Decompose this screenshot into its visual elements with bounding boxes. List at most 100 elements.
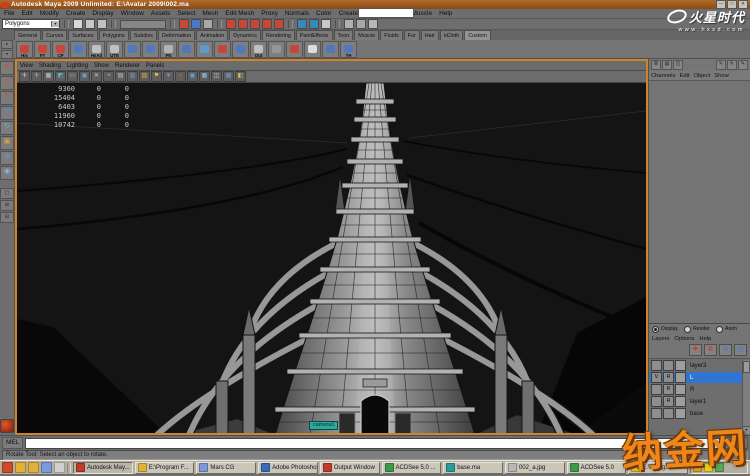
layer-color-swatch[interactable] [675, 360, 686, 371]
layer-display-type-box[interactable]: R [663, 384, 674, 395]
viewport-toolbar-icon[interactable]: ✛ [31, 71, 42, 82]
paint-select-tool[interactable]: ✎ [0, 91, 14, 105]
viewport-menu-item[interactable]: Panels [146, 63, 164, 69]
viewport-toolbar-icon[interactable]: ▩ [223, 71, 234, 82]
channel-box-menu-item[interactable]: Edit [680, 73, 690, 79]
shelf-tab[interactable]: PaintEffects [296, 30, 333, 40]
shelf-tab[interactable]: Rendering [262, 30, 295, 40]
tray-icon[interactable] [715, 463, 724, 472]
shelf-tab[interactable]: Animation [196, 30, 228, 40]
status-divider[interactable] [64, 20, 69, 28]
channel-box-content[interactable] [649, 81, 750, 323]
taskbar-task-button[interactable]: ACDSee 5.0 ... [382, 462, 442, 474]
selection-mode-icon[interactable] [191, 19, 201, 29]
render-icon[interactable] [344, 19, 354, 29]
selection-mask-icon[interactable] [262, 19, 272, 29]
viewport-toolbar-icon[interactable]: ▣ [79, 71, 90, 82]
viewport-toolbar-icon[interactable]: ◫ [211, 71, 222, 82]
taskbar-task-button[interactable]: Adobe Photoshop [258, 462, 318, 474]
viewport-toolbar-icon[interactable]: ▭ [67, 71, 78, 82]
viewport-menu-item[interactable]: Show [94, 63, 109, 69]
layer-color-swatch[interactable] [675, 384, 686, 395]
manip-medium-icon[interactable]: ✎ [727, 60, 737, 70]
menu-item[interactable]: Display [92, 10, 113, 17]
shelf-button[interactable] [178, 41, 195, 58]
layer-display-type-box[interactable]: R [663, 396, 674, 407]
taskbar-task-button[interactable]: Autodesk May... [73, 462, 133, 474]
shelf-tab[interactable]: Surfaces [68, 30, 97, 40]
taskbar-task-button[interactable]: E:\Program F... [135, 462, 195, 474]
layer-mode-radio[interactable]: Display [652, 326, 678, 333]
layer-scrollbar[interactable]: ▾ [742, 360, 750, 434]
viewport-toolbar-icon[interactable]: ◧ [235, 71, 246, 82]
shelf-button[interactable] [286, 41, 303, 58]
shelf-menu-icon[interactable]: ▸ [1, 40, 13, 49]
shelf-button[interactable] [214, 41, 231, 58]
viewport-toolbar-icon[interactable]: ✕ [91, 71, 102, 82]
menu-item[interactable]: Window [121, 10, 144, 17]
render-icon[interactable] [368, 19, 378, 29]
snap-icon[interactable] [321, 19, 331, 29]
viewport-toolbar-icon[interactable]: ⚑ [151, 71, 162, 82]
layer-visibility-box[interactable]: V [651, 372, 662, 383]
script-editor-icon[interactable]: ▥ [722, 437, 734, 449]
tray-icon[interactable] [704, 463, 713, 472]
taskbar-task-button[interactable]: E:\WangJin... [628, 462, 688, 474]
taskbar-task-button[interactable]: Output Window [320, 462, 380, 474]
snap-icon[interactable] [309, 19, 319, 29]
taskbar-task-button[interactable]: ACDSee 5.0 [567, 462, 627, 474]
layer-display-type-box[interactable]: R [663, 372, 674, 383]
shelf-tab[interactable]: Muscle [354, 30, 379, 40]
shelf-button[interactable]: HsAd [88, 41, 105, 58]
viewport-toolbar-icon[interactable]: ◩ [55, 71, 66, 82]
numeric-input-field[interactable] [358, 8, 414, 18]
taskbar-task-button[interactable]: base.ma [443, 462, 503, 474]
layer-visibility-box[interactable] [651, 396, 662, 407]
status-divider[interactable] [111, 20, 116, 28]
layer-visibility-box[interactable] [651, 408, 662, 419]
channel-box-menu-item[interactable]: Object [694, 73, 711, 79]
menu-item[interactable]: Color [316, 10, 332, 17]
scale-tool[interactable]: ▣ [0, 136, 14, 150]
manip-fast-icon[interactable]: ✎ [738, 60, 748, 70]
channel-list-icon[interactable]: ≣ [651, 60, 661, 70]
shelf-button[interactable] [142, 41, 159, 58]
layer-row[interactable]: base [649, 408, 742, 419]
lasso-tool[interactable]: ∿ [0, 76, 14, 90]
viewport-toolbar-icon[interactable]: ◔ [103, 71, 114, 82]
channel-box-menu-item[interactable]: Show [714, 73, 729, 79]
status-divider[interactable] [335, 20, 340, 28]
command-history-icon[interactable]: ≡ [736, 437, 748, 449]
scrollbar-thumb[interactable] [743, 361, 750, 373]
quick-launch-icon[interactable] [54, 462, 65, 473]
viewport-menu-item[interactable]: View [20, 63, 33, 69]
layer-color-swatch[interactable] [675, 396, 686, 407]
shelf-button[interactable]: CP [52, 41, 69, 58]
menu-item[interactable]: Create [66, 10, 86, 17]
manip-slow-icon[interactable]: ✎ [716, 60, 726, 70]
layer-editor-toolbar-icon[interactable]: ▤ [734, 344, 747, 356]
shelf-tab[interactable]: Fluids [380, 30, 402, 40]
shelf-button[interactable]: FN [160, 41, 177, 58]
menu-item[interactable]: Edit Mesh [225, 10, 254, 17]
viewport-toolbar-icon[interactable]: ▥ [127, 71, 138, 82]
viewport-toolbar-icon[interactable]: ▼ [163, 71, 174, 82]
selection-mode-dropdown[interactable]: Polygons ▾ [2, 19, 60, 29]
shelf-tab[interactable]: Deformation [158, 30, 195, 40]
rotate-tool[interactable]: ↻ [0, 121, 14, 135]
viewport-toolbar-icon[interactable]: ▧ [139, 71, 150, 82]
layer-color-swatch[interactable] [675, 372, 686, 383]
layer-editor-toolbar-icon[interactable]: ✚ [689, 344, 702, 356]
viewport-toolbar-icon[interactable]: ▦ [43, 71, 54, 82]
selection-mask-icon[interactable] [226, 19, 236, 29]
shelf-button[interactable] [70, 41, 87, 58]
layer-color-swatch[interactable] [675, 408, 686, 419]
channel-box-menu-item[interactable]: Channels [651, 73, 676, 79]
shelf-tab[interactable]: Custom [464, 30, 491, 40]
viewport-menu-item[interactable]: Renderer [115, 63, 140, 69]
shelf-button[interactable] [304, 41, 321, 58]
close-button[interactable]: ✕ [738, 0, 748, 9]
taskbar-task-button[interactable]: 002_a.jpg [505, 462, 565, 474]
layer-mode-radio[interactable]: Render [684, 326, 710, 333]
layer-visibility-box[interactable] [651, 384, 662, 395]
